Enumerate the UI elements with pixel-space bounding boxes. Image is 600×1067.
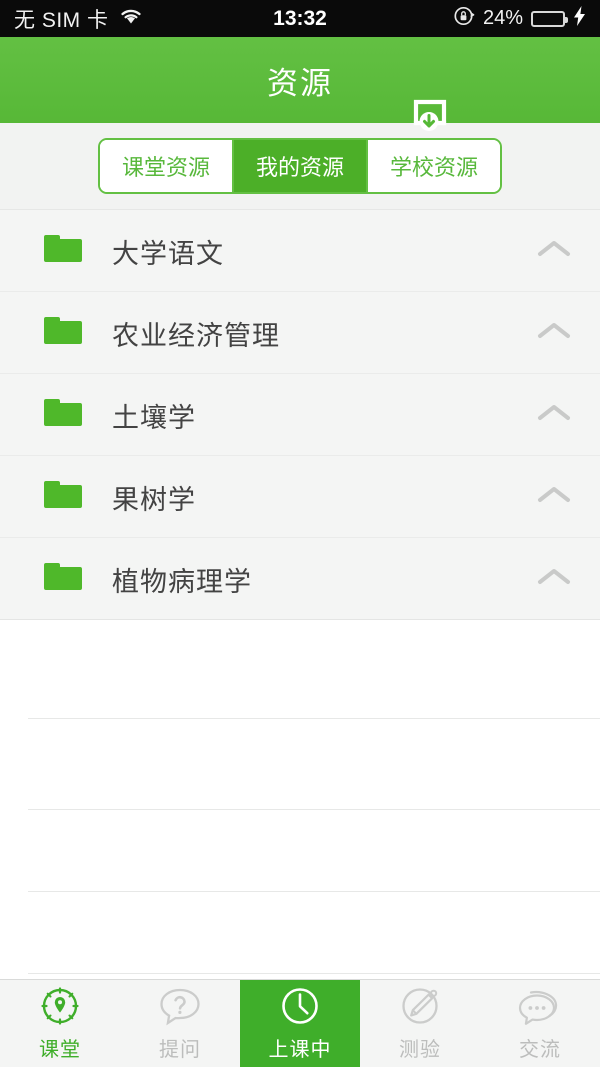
nav-item-in-class[interactable]: 上课中 — [240, 980, 360, 1067]
chevron-up-icon[interactable] — [536, 238, 572, 265]
list-separator — [28, 809, 600, 810]
nav-label-classroom: 课堂 — [39, 1039, 81, 1061]
battery-percent-label: 24% — [482, 7, 523, 29]
folder-list: 大学语文 农业经济管理 土壤学 果树学 植物病理学 — [0, 209, 600, 620]
nav-item-question[interactable]: 提问 — [120, 980, 240, 1067]
chat-bubbles-icon — [517, 985, 563, 1029]
folder-icon — [44, 316, 82, 351]
empty-list-area — [0, 620, 600, 974]
question-bubble-icon — [157, 985, 203, 1029]
folder-icon — [44, 398, 82, 433]
chevron-up-icon[interactable] — [536, 566, 572, 593]
folder-row[interactable]: 果树学 — [0, 456, 600, 538]
download-icon — [408, 93, 452, 142]
rotation-lock-icon — [453, 5, 475, 32]
bottom-navigation-bar: 课堂 提问 上课中 测验 交流 — [0, 979, 600, 1067]
status-bar-right: 24% — [453, 5, 586, 32]
folder-row[interactable]: 大学语文 — [0, 210, 600, 292]
pencil-circle-icon — [397, 985, 443, 1029]
chevron-up-icon[interactable] — [536, 320, 572, 347]
app-header: 资源 — [0, 37, 600, 131]
folder-icon — [44, 562, 82, 597]
compass-icon — [37, 985, 83, 1029]
list-separator — [28, 718, 600, 719]
folder-label: 农业经济管理 — [112, 320, 280, 351]
status-bar-left: 无 SIM 卡 — [14, 4, 144, 34]
segmented-control: 课堂资源 我的资源 学校资源 — [97, 138, 503, 194]
lightning-bolt-icon — [573, 6, 586, 31]
status-bar: 无 SIM 卡 13:32 24% — [0, 0, 600, 37]
folder-row[interactable]: 植物病理学 — [0, 538, 600, 620]
folder-label: 大学语文 — [112, 238, 224, 269]
wifi-icon — [118, 6, 144, 31]
list-separator — [28, 973, 600, 974]
folder-row[interactable]: 土壤学 — [0, 374, 600, 456]
nav-label-in-class: 上课中 — [268, 1039, 332, 1061]
nav-item-chat[interactable]: 交流 — [480, 980, 600, 1067]
tab-school-resources[interactable]: 学校资源 — [368, 140, 501, 192]
folder-label: 土壤学 — [112, 402, 196, 433]
nav-item-classroom[interactable]: 课堂 — [0, 980, 120, 1067]
clock-icon — [277, 985, 323, 1029]
folder-row[interactable]: 农业经济管理 — [0, 292, 600, 374]
folder-icon — [44, 234, 82, 269]
chevron-up-icon[interactable] — [536, 484, 572, 511]
page-title: 资源 — [267, 65, 333, 101]
nav-label-chat: 交流 — [519, 1039, 561, 1061]
download-button[interactable] — [406, 93, 454, 141]
folder-icon — [44, 480, 82, 515]
folder-label: 果树学 — [112, 484, 196, 515]
folder-label: 植物病理学 — [112, 566, 252, 597]
nav-label-quiz: 测验 — [399, 1039, 441, 1061]
tab-my-resources[interactable]: 我的资源 — [233, 140, 368, 192]
carrier-label: 无 SIM 卡 — [14, 8, 109, 32]
list-separator — [28, 891, 600, 892]
nav-label-question: 提问 — [159, 1039, 201, 1061]
resource-tabs-region: 课堂资源 我的资源 学校资源 — [0, 123, 600, 209]
nav-item-quiz[interactable]: 测验 — [360, 980, 480, 1067]
chevron-up-icon[interactable] — [536, 402, 572, 429]
battery-icon — [531, 10, 568, 27]
tab-classroom-resources[interactable]: 课堂资源 — [99, 140, 234, 192]
